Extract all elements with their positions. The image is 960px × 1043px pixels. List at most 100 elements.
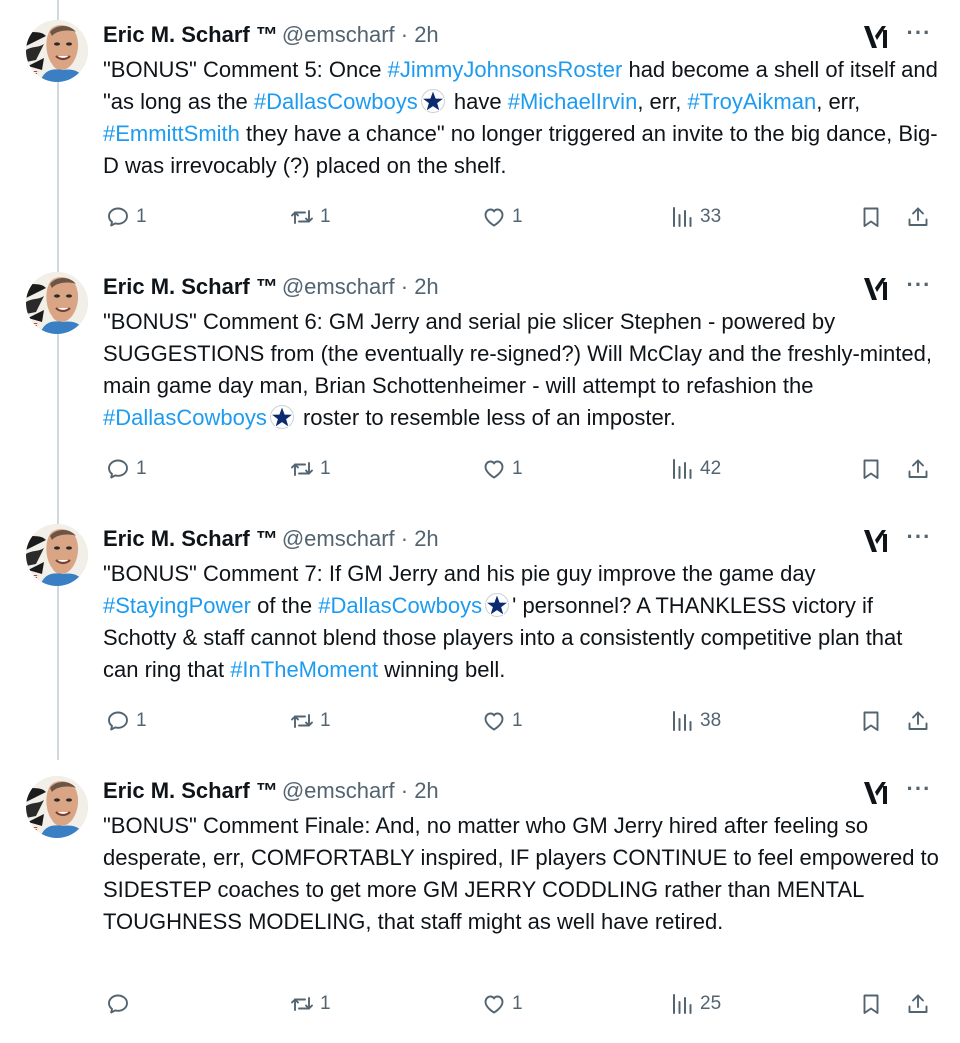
like-icon (482, 709, 506, 733)
hashtag-link[interactable]: #DallasCowboys (318, 593, 482, 618)
repost-button[interactable]: 1 (290, 202, 331, 232)
tweet-text-segment: roster to resemble less of an imposter. (296, 405, 676, 430)
bookmark-icon (859, 992, 883, 1016)
reply-button[interactable]: 1 (106, 706, 147, 736)
share-button[interactable] (906, 989, 930, 1019)
avatar[interactable] (26, 524, 88, 586)
author-name[interactable]: Eric M. Scharf ™ (103, 526, 278, 551)
more-icon[interactable]: ··· (904, 778, 934, 806)
author-handle-time[interactable]: @emscharf · 2h (282, 778, 439, 803)
tweet-header: Eric M. Scharf ™ @emscharf · 2h (103, 524, 439, 554)
tweet-header: Eric M. Scharf ™ @emscharf · 2h (103, 776, 439, 806)
like-count: 1 (512, 710, 523, 731)
more-icon[interactable]: ··· (904, 526, 934, 554)
like-icon (482, 992, 506, 1016)
tweet-text: "BONUS" Comment Finale: And, no matter w… (103, 810, 943, 938)
hashtag-link[interactable]: #StayingPower (103, 593, 251, 618)
tweet-text: "BONUS" Comment 7: If GM Jerry and his p… (103, 558, 943, 686)
hashtag-link[interactable]: #EmmittSmith (103, 121, 240, 146)
retweet-icon (290, 205, 314, 229)
author-name[interactable]: Eric M. Scharf ™ (103, 22, 278, 47)
share-icon (906, 709, 930, 733)
repost-button[interactable]: 1 (290, 989, 331, 1019)
more-icon[interactable]: ··· (904, 274, 934, 302)
reply-button[interactable] (106, 989, 136, 1019)
tweet-text-segment: "BONUS" Comment Finale: And, no matter w… (103, 813, 939, 934)
hashtag-link[interactable]: #DallasCowboys (254, 89, 418, 114)
reply-count: 1 (136, 710, 147, 731)
views-button[interactable]: 25 (670, 989, 721, 1019)
view-count: 33 (700, 206, 722, 227)
star-icon (418, 89, 448, 113)
views-icon (670, 992, 694, 1016)
bookmark-button[interactable] (859, 202, 883, 232)
retweet-icon (290, 709, 314, 733)
more-icon[interactable]: ··· (904, 22, 934, 50)
action-bar: 1 1 25 (0, 989, 960, 1019)
repost-count: 1 (320, 206, 331, 227)
author-handle-time[interactable]: @emscharf · 2h (282, 22, 439, 47)
share-icon (906, 457, 930, 481)
bookmark-button[interactable] (859, 706, 883, 736)
repost-button[interactable]: 1 (290, 706, 331, 736)
view-count: 42 (700, 458, 722, 479)
like-count: 1 (512, 458, 523, 479)
reply-icon (106, 709, 130, 733)
tweet-text-segment: "BONUS" Comment 5: Once (103, 57, 388, 82)
avatar[interactable] (26, 272, 88, 334)
tweet-text-segment: have (447, 89, 508, 114)
repost-button[interactable]: 1 (290, 454, 331, 484)
bookmark-icon (859, 457, 883, 481)
views-icon (670, 457, 694, 481)
share-button[interactable] (906, 454, 930, 484)
hashtag-link[interactable]: #DallasCowboys (103, 405, 267, 430)
hashtag-link[interactable]: #InTheMoment (230, 657, 378, 682)
reply-button[interactable]: 1 (106, 202, 147, 232)
grok-icon[interactable] (862, 24, 890, 50)
avatar[interactable] (26, 776, 88, 838)
repost-count: 1 (320, 458, 331, 479)
author-name[interactable]: Eric M. Scharf ™ (103, 274, 278, 299)
like-button[interactable]: 1 (482, 454, 523, 484)
tweet-text-segment: of the (250, 593, 319, 618)
like-button[interactable]: 1 (482, 989, 523, 1019)
share-icon (906, 992, 930, 1016)
retweet-icon (290, 457, 314, 481)
tweet-header: Eric M. Scharf ™ @emscharf · 2h (103, 272, 439, 302)
tweet-header: Eric M. Scharf ™ @emscharf · 2h (103, 20, 439, 50)
like-button[interactable]: 1 (482, 706, 523, 736)
reply-count: 1 (136, 458, 147, 479)
repost-count: 1 (320, 993, 331, 1014)
share-icon (906, 205, 930, 229)
tweet-text-segment: winning bell. (378, 657, 506, 682)
avatar[interactable] (26, 20, 88, 82)
grok-icon[interactable] (862, 528, 890, 554)
hashtag-link[interactable]: #MichaelIrvin (508, 89, 638, 114)
like-button[interactable]: 1 (482, 202, 523, 232)
views-button[interactable]: 33 (670, 202, 721, 232)
share-button[interactable] (906, 202, 930, 232)
bookmark-button[interactable] (859, 454, 883, 484)
grok-icon[interactable] (862, 780, 890, 806)
view-count: 38 (700, 710, 722, 731)
repost-count: 1 (320, 710, 331, 731)
reply-button[interactable]: 1 (106, 454, 147, 484)
views-button[interactable]: 38 (670, 706, 721, 736)
tweet-text: "BONUS" Comment 5: Once #JimmyJohnsonsRo… (103, 54, 943, 182)
action-bar: 1 1 1 42 (0, 454, 960, 484)
bookmark-icon (859, 709, 883, 733)
hashtag-link[interactable]: #TroyAikman (687, 89, 816, 114)
reply-icon (106, 457, 130, 481)
author-handle-time[interactable]: @emscharf · 2h (282, 526, 439, 551)
author-name[interactable]: Eric M. Scharf ™ (103, 778, 278, 803)
views-button[interactable]: 42 (670, 454, 721, 484)
grok-icon[interactable] (862, 276, 890, 302)
hashtag-link[interactable]: #JimmyJohnsonsRoster (388, 57, 623, 82)
share-button[interactable] (906, 706, 930, 736)
star-icon (267, 405, 297, 429)
tweet-text-segment: , err, (816, 89, 861, 114)
bookmark-button[interactable] (859, 989, 883, 1019)
retweet-icon (290, 992, 314, 1016)
author-handle-time[interactable]: @emscharf · 2h (282, 274, 439, 299)
like-icon (482, 457, 506, 481)
